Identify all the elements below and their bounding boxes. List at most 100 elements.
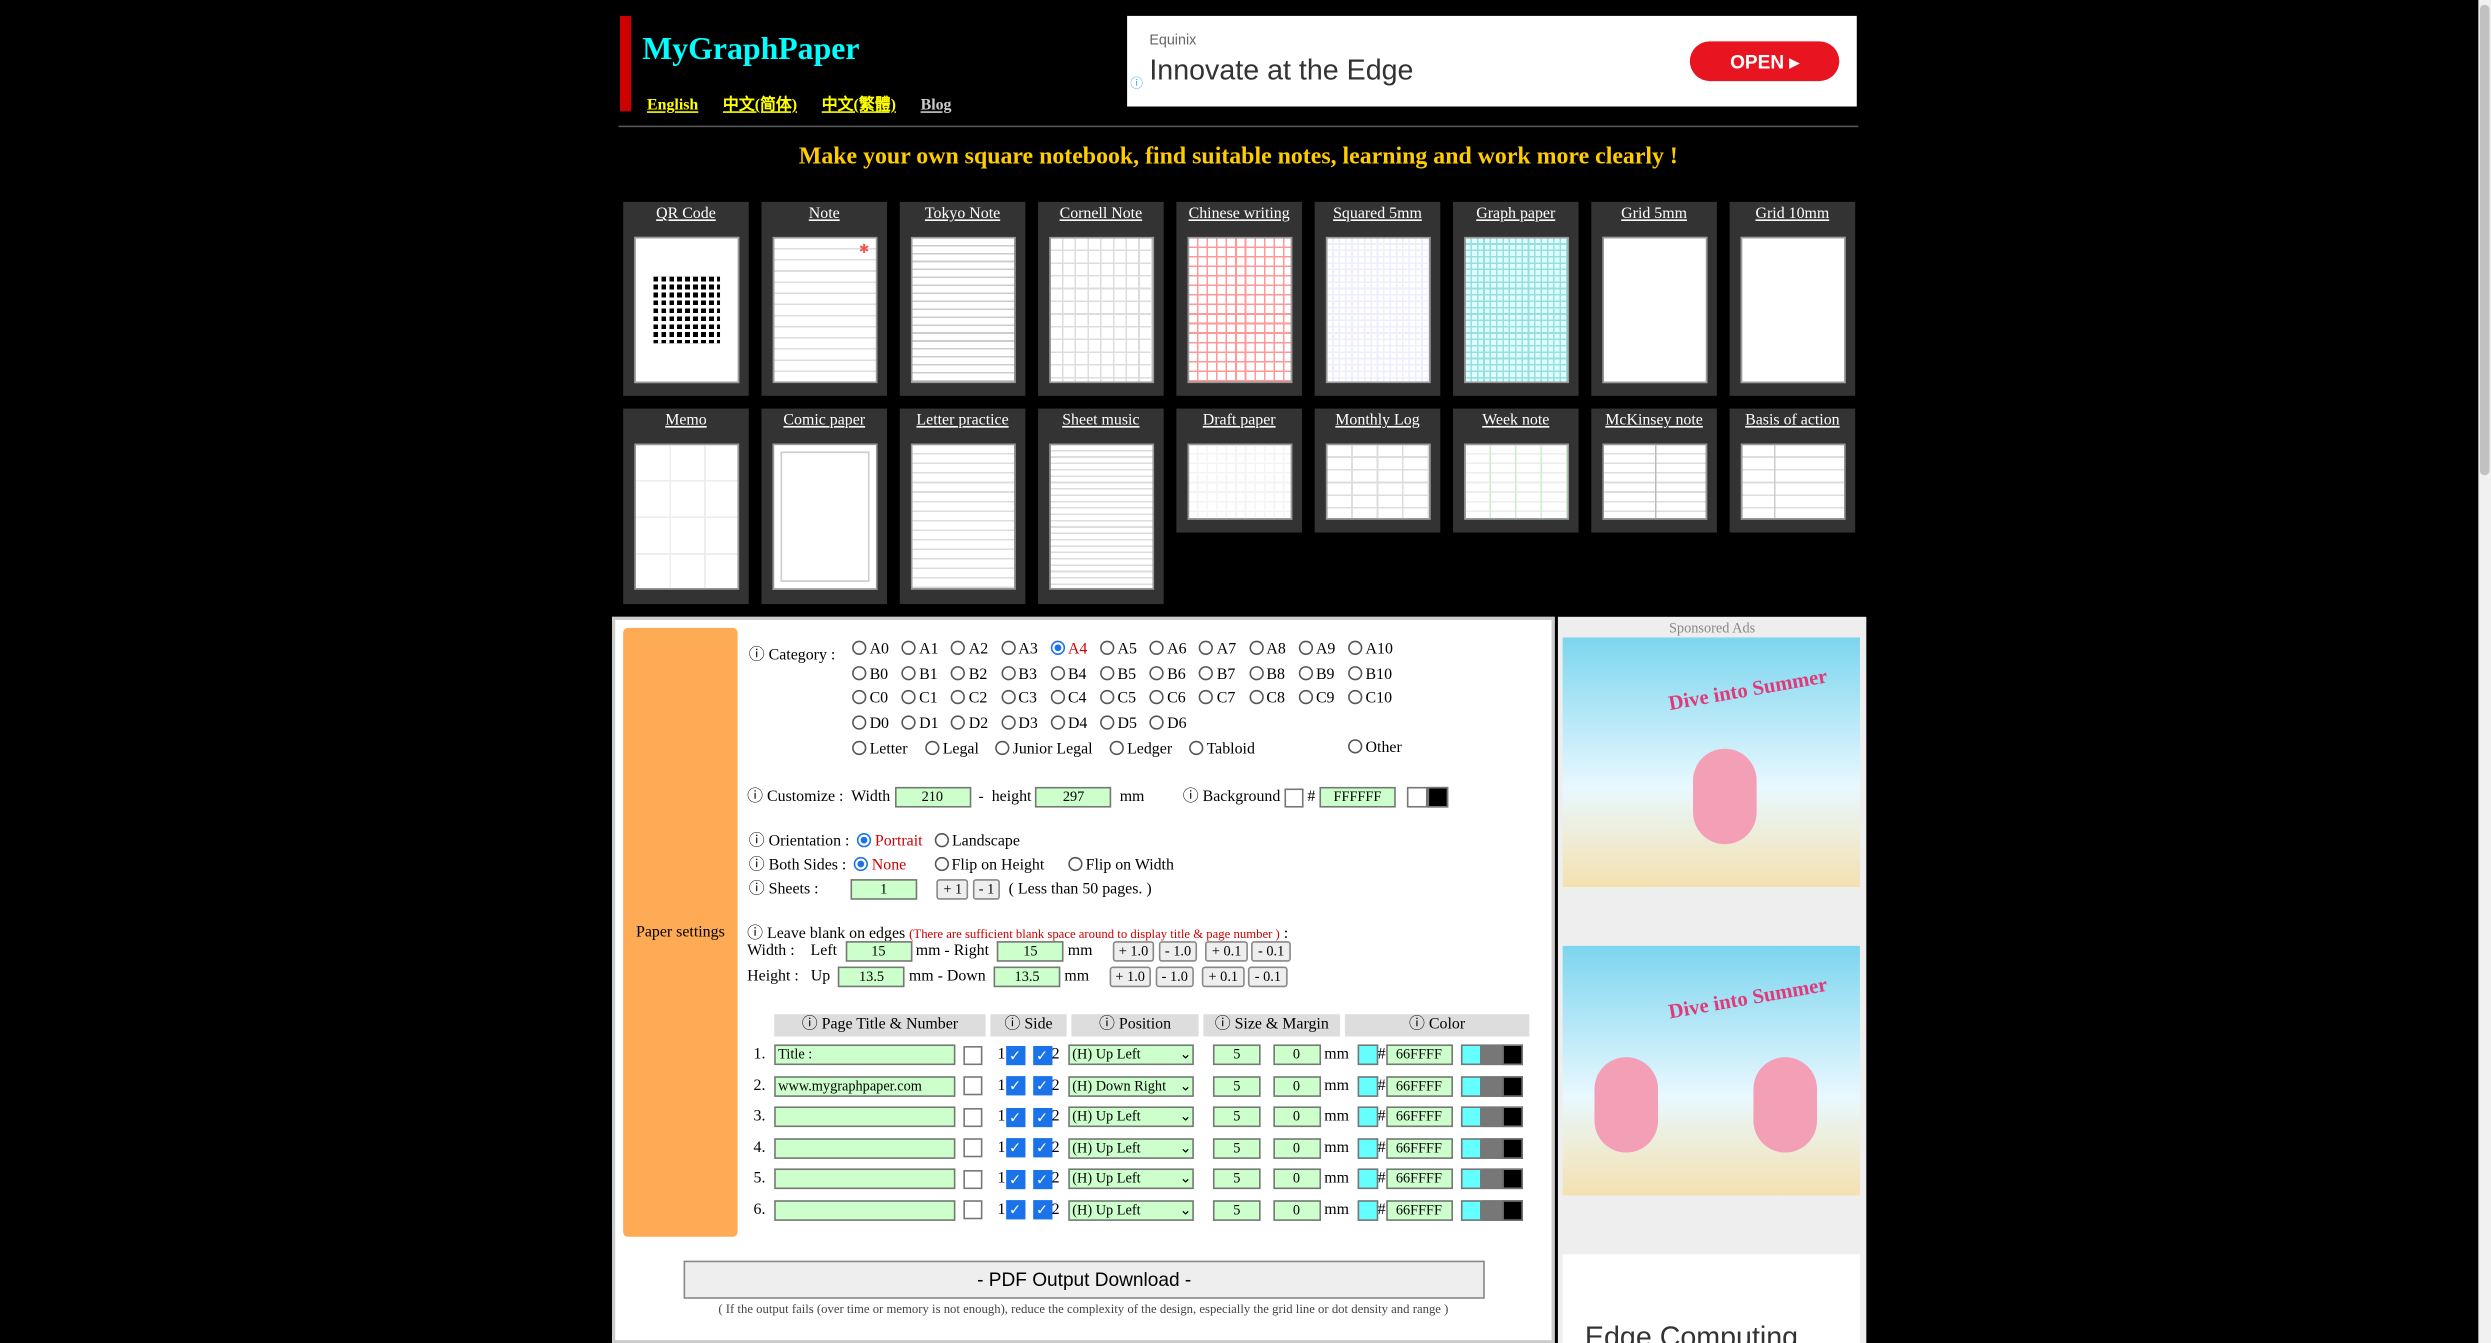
category-option-c2[interactable]: C2	[951, 690, 987, 708]
black-swatch[interactable]	[1428, 787, 1449, 808]
lang-english[interactable]: English	[647, 97, 698, 114]
category-option-b2[interactable]: B2	[951, 665, 987, 683]
radio-icon[interactable]	[852, 690, 867, 705]
side-1-checkbox[interactable]: ✓	[1005, 1138, 1025, 1158]
template-grid-5mm[interactable]: Grid 5mm	[1591, 201, 1717, 396]
category-option-d0[interactable]: D0	[852, 715, 889, 733]
position-select[interactable]: (H) Down Right ⌄	[1067, 1075, 1194, 1097]
position-select[interactable]: (H) Up Left ⌄	[1067, 1199, 1194, 1221]
template-grid-10mm[interactable]: Grid 10mm	[1729, 201, 1856, 396]
ad-headline[interactable]: Innovate at the Edge	[1149, 54, 1413, 87]
template-label[interactable]: Week note	[1453, 412, 1579, 431]
size-input[interactable]: 5	[1212, 1168, 1261, 1190]
radio-icon[interactable]	[1348, 640, 1363, 655]
radio-icon[interactable]	[901, 690, 916, 705]
category-option-b0[interactable]: B0	[852, 665, 888, 683]
scrollbar-thumb[interactable]	[2479, 4, 2490, 476]
width-input[interactable]: 210	[894, 787, 971, 808]
radio-icon[interactable]	[1050, 665, 1065, 680]
category-option-b7[interactable]: B7	[1199, 665, 1235, 683]
radio-icon[interactable]	[901, 640, 916, 655]
cyan-swatch[interactable]	[1460, 1044, 1481, 1066]
sidebar-ad-2[interactable]: Dive into Summer	[1562, 945, 1860, 1196]
side-1-checkbox[interactable]: ✓	[1005, 1200, 1025, 1220]
category-option-b6[interactable]: B6	[1149, 665, 1186, 683]
radio-icon[interactable]	[1149, 690, 1164, 705]
margin-input[interactable]: 0	[1272, 1075, 1321, 1097]
category-option-c9[interactable]: C9	[1298, 690, 1335, 708]
color-input[interactable]: 66FFFF	[1385, 1199, 1453, 1221]
category-option-tabloid[interactable]: Tabloid	[1189, 740, 1255, 758]
both-sides-flip-width[interactable]: Flip on Width	[1086, 857, 1174, 874]
side-2-checkbox[interactable]: ✓	[1032, 1200, 1052, 1220]
position-select[interactable]: (H) Up Left ⌄	[1067, 1106, 1194, 1128]
title-enable-checkbox[interactable]	[962, 1076, 982, 1096]
category-option-a4[interactable]: A4	[1050, 640, 1087, 658]
template-tokyo-note[interactable]: Tokyo Note	[899, 201, 1026, 396]
black-swatch[interactable]	[1501, 1075, 1523, 1097]
template-letter-practice[interactable]: Letter practice	[899, 408, 1026, 605]
width-plus-1-button[interactable]: + 1.0	[1112, 941, 1155, 962]
title-enable-checkbox[interactable]	[962, 1138, 982, 1158]
template-label[interactable]: Memo	[623, 412, 749, 431]
side-1-checkbox[interactable]: ✓	[1005, 1076, 1025, 1096]
margin-input[interactable]: 0	[1272, 1044, 1321, 1066]
black-swatch[interactable]	[1501, 1137, 1523, 1159]
side-2-checkbox[interactable]: ✓	[1032, 1169, 1052, 1189]
help-icon[interactable]: ⓘ	[749, 833, 765, 850]
radio-icon[interactable]	[852, 665, 867, 680]
gray-swatch[interactable]	[1480, 1044, 1502, 1066]
category-option-d3[interactable]: D3	[1000, 715, 1038, 733]
category-option-a5[interactable]: A5	[1100, 640, 1137, 658]
cyan-swatch[interactable]	[1460, 1137, 1481, 1159]
pdf-download-button[interactable]: - PDF Output Download -	[683, 1260, 1485, 1299]
color-input[interactable]: 66FFFF	[1385, 1106, 1453, 1128]
category-option-b4[interactable]: B4	[1050, 665, 1087, 683]
category-other[interactable]: Other	[1348, 739, 1402, 757]
template-label[interactable]: Sheet music	[1038, 412, 1164, 431]
size-input[interactable]: 5	[1212, 1106, 1261, 1128]
height-plus-01-button[interactable]: + 0.1	[1202, 966, 1245, 988]
radio-icon[interactable]	[951, 665, 966, 680]
color-input[interactable]: 66FFFF	[1385, 1044, 1453, 1066]
position-select[interactable]: (H) Up Left ⌄	[1067, 1168, 1194, 1190]
radio-icon[interactable]	[1348, 690, 1363, 705]
color-preview[interactable]	[1356, 1137, 1378, 1159]
ad-open-button[interactable]: OPEN ▸	[1689, 41, 1840, 82]
title-enable-checkbox[interactable]	[962, 1107, 982, 1127]
orientation-landscape[interactable]: Landscape	[952, 833, 1020, 850]
category-option-a6[interactable]: A6	[1149, 640, 1187, 658]
side-2-checkbox[interactable]: ✓	[1032, 1107, 1052, 1127]
gray-swatch[interactable]	[1480, 1075, 1502, 1097]
gray-swatch[interactable]	[1480, 1168, 1502, 1190]
radio-icon[interactable]	[934, 856, 949, 872]
template-comic-paper[interactable]: Comic paper	[761, 408, 888, 605]
category-option-b3[interactable]: B3	[1000, 665, 1037, 683]
background-color-input[interactable]: FFFFFF	[1319, 787, 1396, 808]
black-swatch[interactable]	[1501, 1106, 1523, 1128]
radio-icon[interactable]	[1199, 640, 1214, 655]
template-label[interactable]: Chinese writing	[1176, 205, 1302, 224]
radio-icon[interactable]	[901, 715, 916, 730]
radio-icon[interactable]	[1199, 690, 1214, 705]
template-week-note[interactable]: Week note	[1452, 408, 1579, 533]
radio-icon[interactable]	[1298, 665, 1313, 680]
both-sides-flip-height[interactable]: Flip on Height	[952, 857, 1045, 874]
category-option-d4[interactable]: D4	[1050, 715, 1087, 733]
sidebar-ad-3[interactable]: Edge Computing	[1562, 1254, 1860, 1343]
template-label[interactable]: Note	[761, 205, 887, 224]
radio-icon[interactable]	[1100, 690, 1115, 705]
category-option-a9[interactable]: A9	[1298, 640, 1335, 658]
radio-icon[interactable]	[1100, 715, 1115, 730]
down-input[interactable]: 13.5	[993, 966, 1061, 988]
side-2-checkbox[interactable]: ✓	[1032, 1138, 1052, 1158]
title-input[interactable]	[773, 1106, 955, 1128]
background-checkbox[interactable]	[1284, 788, 1304, 808]
template-label[interactable]: Grid 10mm	[1730, 205, 1856, 224]
template-label[interactable]: Cornell Note	[1038, 205, 1164, 224]
category-option-ledger[interactable]: Ledger	[1109, 740, 1172, 758]
template-label[interactable]: McKinsey note	[1591, 412, 1717, 431]
site-logo[interactable]: MyGraphPaper	[642, 32, 859, 69]
template-label[interactable]: Draft paper	[1176, 412, 1302, 431]
radio-icon[interactable]	[1050, 690, 1065, 705]
